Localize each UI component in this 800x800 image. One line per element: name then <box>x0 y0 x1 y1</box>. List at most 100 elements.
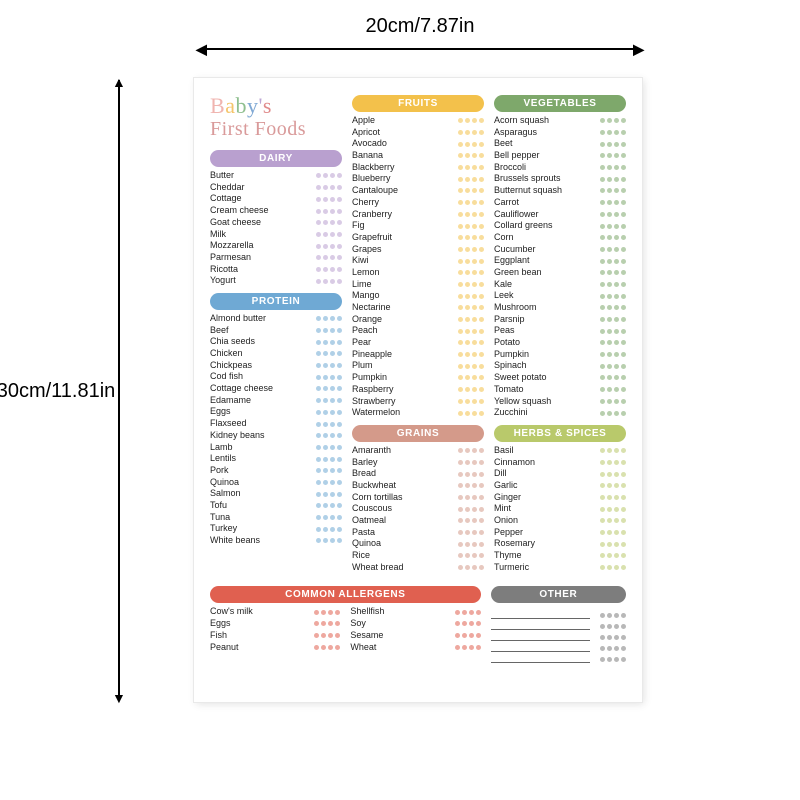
item-label: Cow's milk <box>210 606 310 618</box>
list-item: Tofu <box>210 500 342 512</box>
list-item: Mushroom <box>494 302 626 314</box>
item-label: Cod fish <box>210 371 312 383</box>
rating-dots <box>316 328 342 333</box>
item-label: Mango <box>352 290 454 302</box>
section-header-other: OTHER <box>491 586 626 603</box>
list-item: Lamb <box>210 442 342 454</box>
item-label: Pasta <box>352 527 454 539</box>
list-item: Cauliflower <box>494 209 626 221</box>
section-header-grains: GRAINS <box>352 425 484 442</box>
item-label: Lime <box>352 279 454 291</box>
rating-dots <box>600 565 626 570</box>
rating-dots <box>600 130 626 135</box>
item-label: Sweet potato <box>494 372 596 384</box>
rating-dots <box>458 305 484 310</box>
rating-dots <box>600 294 626 299</box>
item-label: Bread <box>352 468 454 480</box>
rating-dots <box>314 621 340 626</box>
list-item: Leek <box>494 290 626 302</box>
list-item: Cantaloupe <box>352 185 484 197</box>
item-label: Ginger <box>494 492 596 504</box>
item-label: Leek <box>494 290 596 302</box>
list-item: Oatmeal <box>352 515 484 527</box>
rating-dots <box>316 375 342 380</box>
item-label: Ricotta <box>210 264 312 276</box>
list-item: Peach <box>352 325 484 337</box>
list-item: Kale <box>494 279 626 291</box>
section-items: Cow's milkEggsFishPeanutShellfishSoySesa… <box>210 606 481 653</box>
section-dairy: DAIRYButterCheddarCottageCream cheeseGoa… <box>210 150 342 287</box>
list-item: Apple <box>352 115 484 127</box>
list-item: Raspberry <box>352 384 484 396</box>
list-item: Acorn squash <box>494 115 626 127</box>
list-item: Mozzarella <box>210 240 342 252</box>
rating-dots <box>600 352 626 357</box>
item-label: Brussels sprouts <box>494 173 596 185</box>
item-label: Barley <box>352 457 454 469</box>
dimension-width: 20cm/7.87in ◀▶ <box>200 15 640 56</box>
item-label: Raspberry <box>352 384 454 396</box>
item-label: Onion <box>494 515 596 527</box>
list-item: Brussels sprouts <box>494 173 626 185</box>
rating-dots <box>600 235 626 240</box>
list-item: Pineapple <box>352 349 484 361</box>
list-item: Eggs <box>210 618 340 630</box>
item-label: Rosemary <box>494 538 596 550</box>
list-item: Parmesan <box>210 252 342 264</box>
item-label: Kidney beans <box>210 430 312 442</box>
rating-dots <box>600 317 626 322</box>
list-item: Banana <box>352 150 484 162</box>
item-label: Lamb <box>210 442 312 454</box>
rating-dots <box>458 364 484 369</box>
list-item: Mint <box>494 503 626 515</box>
item-label: Lemon <box>352 267 454 279</box>
list-item: Quinoa <box>352 538 484 550</box>
list-item: Kiwi <box>352 255 484 267</box>
item-label: Eggs <box>210 618 310 630</box>
list-item: Sweet potato <box>494 372 626 384</box>
item-label: Collard greens <box>494 220 596 232</box>
rating-dots <box>316 503 342 508</box>
item-label: Pear <box>352 337 454 349</box>
section-allergens: COMMON ALLERGENSCow's milkEggsFishPeanut… <box>210 583 481 666</box>
dimension-height-label: 30cm/11.81in <box>0 380 116 403</box>
item-label: Blueberry <box>352 173 454 185</box>
item-label: Cottage cheese <box>210 383 312 395</box>
rating-dots <box>316 515 342 520</box>
rating-dots <box>316 173 342 178</box>
list-item: Grapefruit <box>352 232 484 244</box>
section-items: Acorn squashAsparagusBeetBell pepperBroc… <box>494 115 626 419</box>
item-label: Wheat bread <box>352 562 454 574</box>
rating-dots <box>316 316 342 321</box>
item-label: Spinach <box>494 360 596 372</box>
item-label: Bell pepper <box>494 150 596 162</box>
list-item: Turmeric <box>494 562 626 574</box>
item-label: Garlic <box>494 480 596 492</box>
list-item: Dill <box>494 468 626 480</box>
rating-dots <box>458 165 484 170</box>
list-item: Beet <box>494 138 626 150</box>
rating-dots <box>316 433 342 438</box>
rating-dots <box>316 351 342 356</box>
item-label: Peas <box>494 325 596 337</box>
list-item: Kidney beans <box>210 430 342 442</box>
list-item: Almond butter <box>210 313 342 325</box>
item-label: Wheat <box>350 642 450 654</box>
list-item: Eggs <box>210 406 342 418</box>
list-item: Plum <box>352 360 484 372</box>
blank-line <box>491 655 626 663</box>
item-label: Pumpkin <box>494 349 596 361</box>
rating-dots <box>458 259 484 264</box>
item-label: Cottage <box>210 193 312 205</box>
rating-dots <box>316 457 342 462</box>
rating-dots <box>316 267 342 272</box>
list-item: Basil <box>494 445 626 457</box>
rating-dots <box>458 270 484 275</box>
rating-dots <box>316 386 342 391</box>
rating-dots <box>458 212 484 217</box>
rating-dots <box>316 527 342 532</box>
item-label: Flaxseed <box>210 418 312 430</box>
list-item: Orange <box>352 314 484 326</box>
list-item: Peas <box>494 325 626 337</box>
rating-dots <box>600 483 626 488</box>
